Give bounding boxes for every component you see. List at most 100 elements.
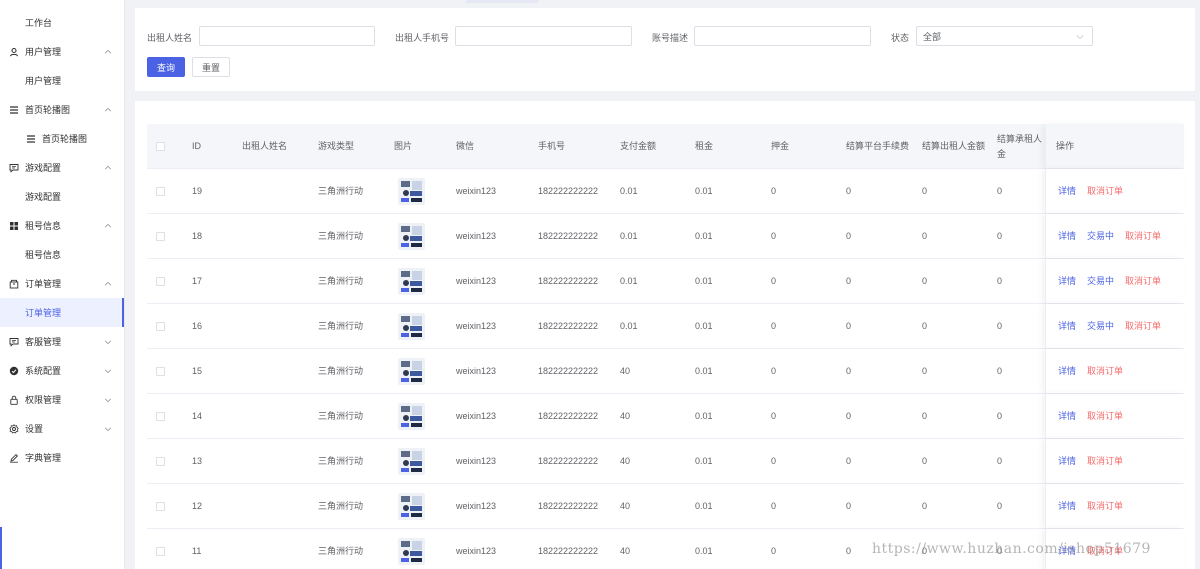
chevron-up-icon — [104, 222, 112, 230]
sidebar-item[interactable]: 游戏配置 — [0, 153, 124, 182]
detail-link[interactable]: 详情 — [1058, 454, 1076, 469]
cancel-order-link[interactable]: 取消订单 — [1087, 364, 1123, 379]
cell-tenant: 0 — [997, 366, 1003, 376]
game-image-thumbnail[interactable] — [398, 493, 425, 520]
trading-link[interactable]: 交易中 — [1087, 229, 1114, 244]
cancel-order-link[interactable]: 取消订单 — [1087, 499, 1123, 514]
cell-tenant: 0 — [997, 321, 1003, 331]
sidebar: 工作台 用户管理 用户管理 首页轮播图 首页轮播图 游戏配置 游戏配置 租号信息 租号信息 订单管… — [0, 0, 125, 569]
cell-rent: 0.01 — [695, 186, 713, 196]
row-actions: 详情 交易中 取消订单 — [1045, 214, 1184, 258]
column-header: 结算出租人金额 — [922, 141, 986, 151]
sidebar-item[interactable]: 用户管理 — [0, 37, 124, 66]
sidebar-item[interactable]: 用户管理 — [0, 66, 124, 95]
query-button[interactable]: 查询 — [147, 57, 185, 77]
detail-link[interactable]: 详情 — [1058, 499, 1076, 514]
trading-link[interactable]: 交易中 — [1087, 319, 1114, 334]
column-header: 租金 — [695, 141, 714, 151]
cell-phone: 182222222222 — [538, 501, 599, 511]
row-checkbox[interactable] — [156, 322, 165, 331]
row-checkbox[interactable] — [156, 367, 165, 376]
sidebar-item[interactable]: 权限管理 — [0, 385, 124, 414]
sidebar-item[interactable]: 游戏配置 — [0, 182, 124, 211]
cancel-order-link[interactable]: 取消订单 — [1125, 274, 1161, 289]
chevron-down-icon — [1076, 33, 1084, 41]
table-row: 16 三角洲行动 weixin123 182222222222 0.01 0.01 0 0 0 0… — [147, 304, 1184, 349]
cell-fee: 0 — [846, 501, 852, 511]
sidebar-item[interactable]: 首页轮播图 — [0, 95, 124, 124]
game-image-thumbnail[interactable] — [398, 178, 425, 205]
cell-owner: 0 — [922, 411, 928, 421]
sidebar-item[interactable]: 客服管理 — [0, 327, 124, 356]
sidebar-item-label: 游戏配置 — [25, 192, 62, 202]
sidebar-item[interactable]: 系统配置 — [0, 356, 124, 385]
trading-link[interactable]: 交易中 — [1087, 274, 1114, 289]
cancel-order-link[interactable]: 取消订单 — [1087, 184, 1123, 199]
sidebar-item[interactable]: 租号信息 — [0, 240, 124, 269]
sidebar-item-label: 设置 — [25, 424, 44, 434]
cancel-order-link[interactable]: 取消订单 — [1087, 409, 1123, 424]
row-checkbox[interactable] — [156, 502, 165, 511]
row-actions: 详情 交易中 取消订单 — [1045, 304, 1184, 348]
cell-tenant: 0 — [997, 456, 1003, 466]
detail-link[interactable]: 详情 — [1058, 364, 1076, 379]
detail-link[interactable]: 详情 — [1058, 229, 1076, 244]
game-image-thumbnail[interactable] — [398, 313, 425, 340]
row-checkbox[interactable] — [156, 457, 165, 466]
row-checkbox[interactable] — [156, 277, 165, 286]
row-actions: 详情 取消订单 — [1045, 439, 1184, 483]
cell-pay: 0.01 — [620, 186, 638, 196]
game-image-thumbnail[interactable] — [398, 358, 425, 385]
cell-owner: 0 — [922, 366, 928, 376]
select-all-checkbox-cell[interactable] — [156, 124, 165, 169]
column-header: 游戏类型 — [318, 141, 355, 151]
sidebar-item[interactable]: 设置 — [0, 414, 124, 443]
cell-pay: 0.01 — [620, 231, 638, 241]
row-checkbox[interactable] — [156, 412, 165, 421]
cell-game: 三角洲行动 — [318, 186, 364, 196]
column-header: 结算承租人金 — [997, 133, 1043, 159]
search-panel: 出租人姓名 出租人手机号 账号描述 状态 全部 查询 重置 — [135, 8, 1195, 91]
sidebar-item[interactable]: 字典管理 — [0, 443, 124, 472]
detail-link[interactable]: 详情 — [1058, 319, 1076, 334]
reset-button[interactable]: 重置 — [192, 57, 230, 77]
game-image-thumbnail[interactable] — [398, 538, 425, 565]
cell-tenant: 0 — [997, 231, 1003, 241]
sidebar-item[interactable]: 租号信息 — [0, 211, 124, 240]
sidebar-item[interactable]: 订单管理 — [0, 269, 124, 298]
row-checkbox[interactable] — [156, 187, 165, 196]
detail-link[interactable]: 详情 — [1058, 274, 1076, 289]
row-checkbox[interactable] — [156, 232, 165, 241]
account-desc-input[interactable] — [694, 26, 871, 46]
status-select-value: 全部 — [923, 31, 942, 42]
status-select[interactable]: 全部 — [916, 26, 1093, 46]
cell-game: 三角洲行动 — [318, 276, 364, 286]
game-image-thumbnail[interactable] — [398, 223, 425, 250]
game-image-thumbnail[interactable] — [398, 403, 425, 430]
row-checkbox[interactable] — [156, 547, 165, 556]
sidebar-item[interactable]: 工作台 — [0, 8, 124, 37]
table-row: 15 三角洲行动 weixin123 182222222222 40 0.01 0 0 0 0 详情… — [147, 349, 1184, 394]
game-image-thumbnail[interactable] — [398, 268, 425, 295]
cancel-order-link[interactable]: 取消订单 — [1125, 319, 1161, 334]
row-actions: 详情 取消订单 — [1045, 169, 1184, 213]
menu-lines-icon — [9, 105, 19, 115]
cancel-order-link[interactable]: 取消订单 — [1125, 229, 1161, 244]
select-all-checkbox[interactable] — [156, 142, 165, 151]
sidebar-item[interactable]: 首页轮播图 — [0, 124, 124, 153]
cell-deposit: 0 — [771, 186, 777, 196]
sidebar-item-label: 系统配置 — [25, 366, 62, 376]
cancel-order-link[interactable]: 取消订单 — [1087, 454, 1123, 469]
sidebar-item[interactable]: 订单管理 — [0, 298, 124, 327]
cell-fee: 0 — [846, 411, 852, 421]
top-tab-indicator — [466, 0, 538, 3]
cell-phone: 182222222222 — [538, 231, 599, 241]
detail-link[interactable]: 详情 — [1058, 184, 1076, 199]
detail-link[interactable]: 详情 — [1058, 409, 1076, 424]
game-image-thumbnail[interactable] — [398, 448, 425, 475]
renter-phone-input[interactable] — [455, 26, 632, 46]
renter-name-input[interactable] — [199, 26, 375, 46]
sidebar-item-label: 租号信息 — [25, 250, 62, 260]
cell-phone: 182222222222 — [538, 366, 599, 376]
cell-wechat: weixin123 — [456, 321, 497, 331]
